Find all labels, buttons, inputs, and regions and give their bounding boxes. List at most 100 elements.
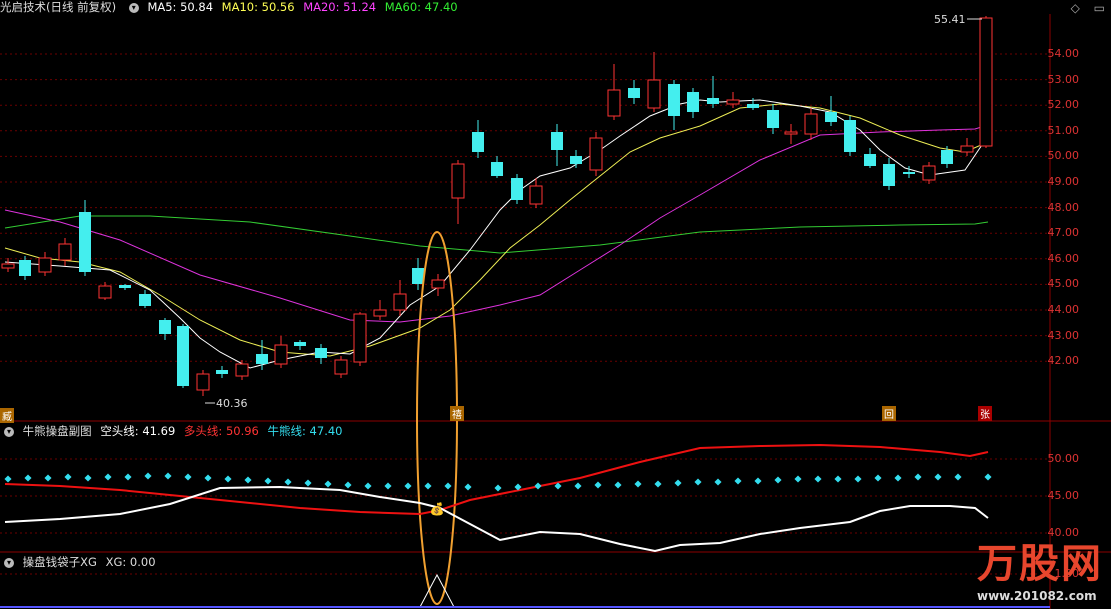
marker-right2: 张 — [978, 406, 992, 421]
watermark-brand: 万股网 — [977, 541, 1103, 587]
price-tick: 47.00 — [1047, 226, 1080, 240]
candle-body — [216, 370, 228, 374]
price-tick: 52.00 — [1047, 98, 1080, 112]
price-tick: 46.00 — [1047, 251, 1080, 265]
bull-bear-dot — [24, 474, 32, 482]
candle-body — [668, 84, 680, 116]
candle-body — [139, 294, 151, 306]
bull-bear-dot — [674, 479, 682, 487]
bull-bear-dot — [854, 475, 862, 483]
price-tick: 49.00 — [1047, 175, 1080, 188]
candle-body — [784, 131, 798, 135]
xg-signal — [419, 573, 455, 608]
candle-body — [1, 263, 15, 269]
ma10-line — [4, 103, 989, 357]
candle-body — [647, 79, 661, 109]
candle-body — [628, 88, 640, 98]
watermark-url: www.201082.com — [977, 589, 1097, 603]
candle-body — [393, 293, 407, 311]
chart-canvas[interactable]: 💰 — [0, 0, 1111, 609]
candle-body — [412, 268, 424, 284]
candle-body — [864, 154, 876, 166]
candle-body — [687, 92, 699, 112]
bull-bear-dot — [894, 474, 902, 482]
candle-body — [979, 17, 993, 147]
candle-body — [19, 260, 31, 276]
bull-bear-dot — [244, 476, 252, 484]
candle-body — [529, 185, 543, 205]
bull-bear-dot — [444, 482, 452, 490]
bull-bear-dot — [344, 481, 352, 489]
sub1-tick: 50.00 — [1047, 452, 1080, 465]
bull-bear-dot — [774, 476, 782, 484]
bull-bear-dot — [574, 482, 582, 490]
bull-bear-dot — [324, 480, 332, 488]
candle-body — [334, 359, 348, 375]
bull-bear-dot — [714, 478, 722, 486]
candle-body — [79, 212, 91, 272]
bull-bear-dot — [184, 473, 192, 481]
candle-body — [941, 150, 953, 164]
marker-left: 臧 — [0, 408, 14, 423]
bull-bear-dot — [224, 475, 232, 483]
bull-bear-dot — [264, 477, 272, 485]
bull-bear-dot — [694, 478, 702, 486]
ma60-line — [4, 215, 989, 254]
bull-bear-dot — [424, 482, 432, 490]
candle-body — [315, 348, 327, 358]
marker-right1: 回 — [882, 406, 896, 421]
candle-body — [353, 313, 367, 363]
bull-bear-dot — [164, 472, 172, 480]
candle-body — [767, 110, 779, 128]
bull-bear-dot — [814, 475, 822, 483]
candle-body — [472, 132, 484, 152]
candle-body — [451, 163, 465, 199]
price-tick: 43.00 — [1047, 328, 1080, 342]
bull-bear-dot — [794, 475, 802, 483]
candle-body — [883, 164, 895, 186]
bull-bear-dot — [594, 481, 602, 489]
bull-bear-dot — [44, 474, 52, 482]
bull-bear-dot — [614, 481, 622, 489]
bull-bear-dot — [634, 480, 642, 488]
candle-body — [98, 285, 112, 299]
candle-body — [119, 285, 131, 288]
bull-bear-dot — [144, 472, 152, 480]
price-tick: 42.00 — [1047, 354, 1080, 368]
candle-body — [726, 99, 740, 105]
candle-body — [274, 344, 288, 365]
candle-body — [825, 112, 837, 122]
candle-body — [551, 132, 563, 150]
bull-bear-dot — [494, 484, 502, 492]
price-tick: 53.00 — [1047, 72, 1080, 86]
sub1-tick: 45.00 — [1047, 489, 1080, 503]
bull-bear-dot — [874, 474, 882, 482]
bull-bear-dot — [654, 480, 662, 488]
candle-body — [256, 354, 268, 364]
candle-body — [607, 89, 621, 117]
candle-body — [707, 98, 719, 104]
candle-body — [960, 145, 974, 153]
money-bag-icon: 💰 — [430, 502, 445, 516]
bull-bear-dot — [84, 474, 92, 482]
high-price-label: 55.41 — [934, 13, 966, 26]
candle-body — [38, 257, 52, 273]
bull-bear-dot — [104, 473, 112, 481]
price-tick: 45.00 — [1047, 277, 1080, 291]
bull-bear-dot — [64, 473, 72, 481]
bull-bear-dot — [734, 477, 742, 485]
bull-bear-dot — [954, 473, 962, 481]
bull-bear-dot — [934, 473, 942, 481]
candle-body — [903, 172, 915, 174]
price-tick: 51.00 — [1047, 123, 1080, 137]
bull-bear-dot — [464, 483, 472, 491]
ma5-line — [4, 99, 989, 369]
bull-bear-dot — [534, 482, 542, 490]
price-tick: 44.00 — [1047, 303, 1080, 316]
candle-body — [373, 309, 387, 317]
candle-body — [431, 279, 445, 289]
bull-bear-dot — [914, 473, 922, 481]
candle-body — [511, 178, 523, 200]
marker-mid: 禧 — [450, 406, 464, 421]
bull-bear-dots — [4, 472, 992, 492]
